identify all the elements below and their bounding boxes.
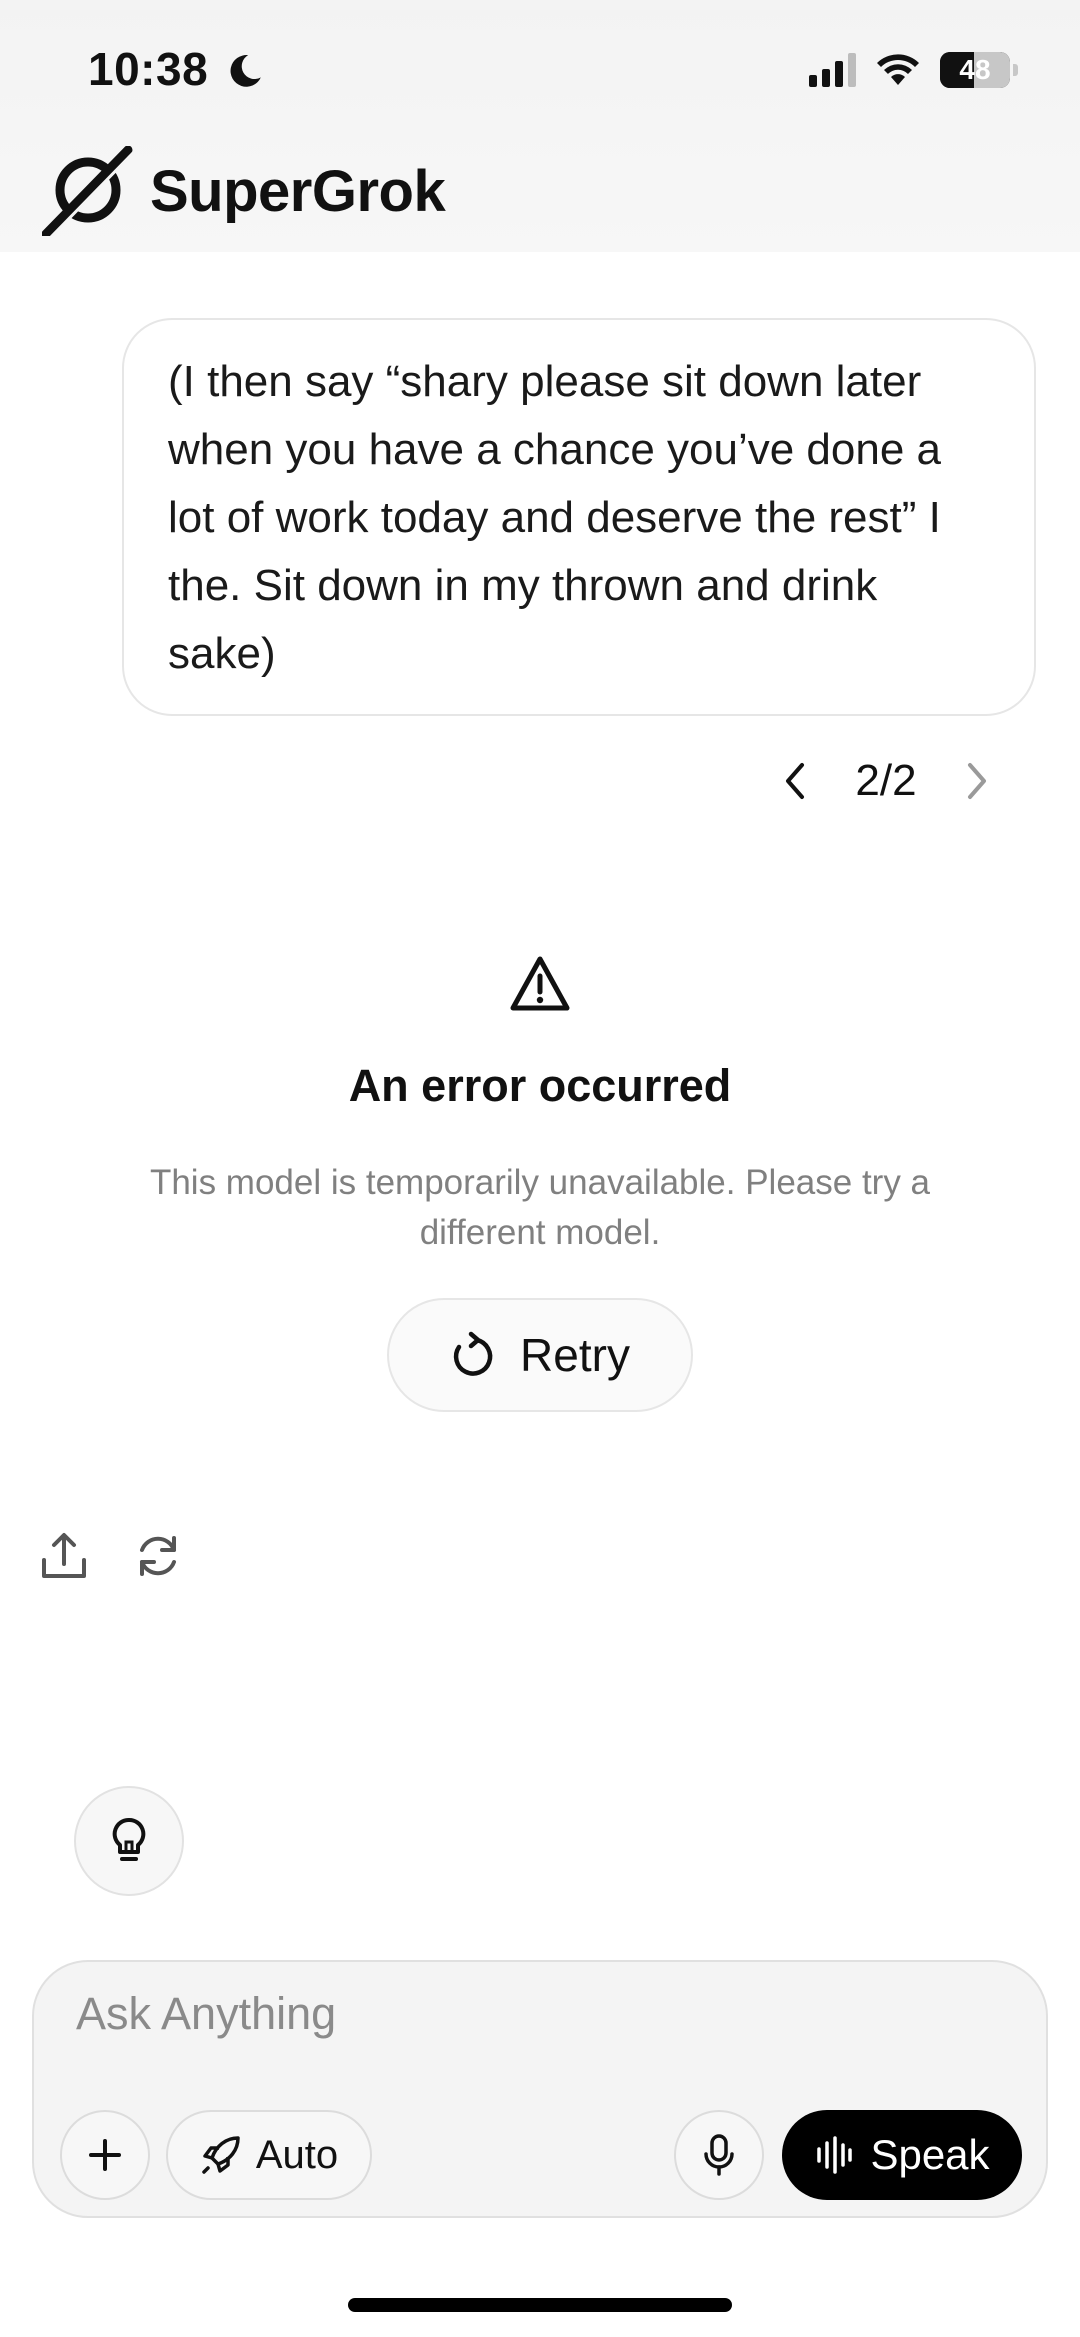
home-indicator[interactable] (348, 2298, 732, 2312)
app-brand: SuperGrok (42, 146, 446, 236)
retry-button[interactable]: Retry (387, 1298, 693, 1412)
plus-icon (89, 2139, 121, 2171)
top-bar: 10:38 48 SuperGrok (0, 0, 1080, 252)
warning-icon (510, 956, 570, 1011)
user-message-bubble[interactable]: (I then say “shary please sit down later… (122, 318, 1036, 716)
app-name: SuperGrok (150, 158, 446, 224)
error-title: An error occurred (348, 1060, 732, 1111)
version-count: 2/2 (855, 756, 917, 805)
grok-logo-icon (42, 146, 134, 236)
microphone-button[interactable] (674, 2110, 764, 2200)
previous-version-button[interactable] (770, 761, 820, 801)
chevron-left-icon (786, 763, 804, 799)
battery-icon: 48 (940, 52, 1018, 88)
speak-button[interactable]: Speak (782, 2110, 1022, 2200)
lightbulb-icon (112, 1817, 146, 1861)
next-version-button[interactable] (952, 761, 1002, 801)
model-mode-label: Auto (255, 2132, 339, 2177)
attach-button[interactable] (60, 2110, 150, 2200)
retry-label: Retry (520, 1329, 630, 1381)
regenerate-icon[interactable] (132, 1530, 184, 1582)
moon-icon (230, 55, 261, 87)
chevron-right-icon (968, 763, 986, 799)
battery-level: 48 (959, 54, 991, 85)
ask-input[interactable] (76, 1988, 876, 2040)
user-message-text: (I then say “shary please sit down later… (168, 357, 942, 678)
composer: Auto Speak (32, 1960, 1048, 2218)
suggestion-button[interactable] (74, 1786, 184, 1896)
wifi-icon (877, 54, 919, 85)
retry-icon (453, 1331, 493, 1376)
cellular-signal-icon (809, 53, 856, 87)
message-version-pager: 2/2 (770, 752, 1002, 810)
status-icons: 48 (809, 52, 1018, 88)
status-time: 10:38 (88, 43, 209, 95)
microphone-icon (704, 2134, 734, 2176)
share-icon[interactable] (38, 1530, 90, 1582)
model-mode-button[interactable]: Auto (166, 2110, 372, 2200)
rocket-icon (202, 2136, 240, 2174)
voice-waveform-icon (817, 2136, 853, 2174)
speak-label: Speak (870, 2131, 990, 2178)
error-message: This model is temporarily unavailable. P… (149, 1163, 931, 1252)
